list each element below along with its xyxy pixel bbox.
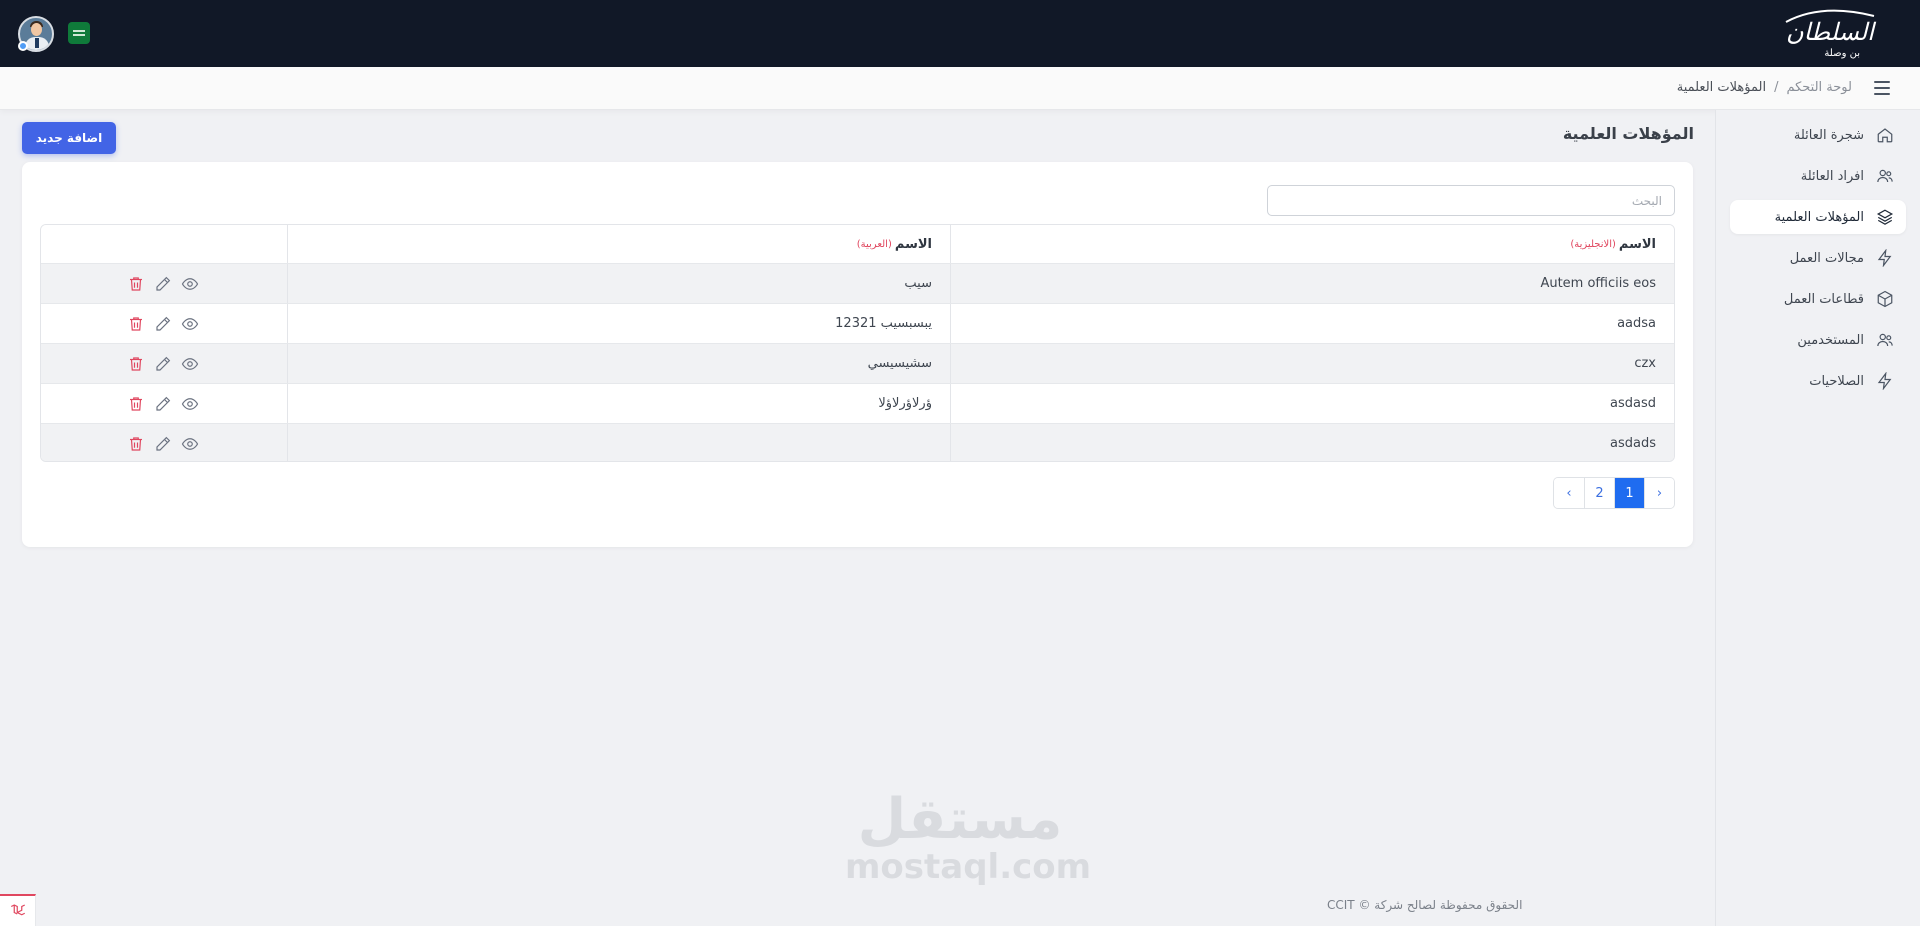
edit-icon[interactable] xyxy=(154,315,172,333)
pagination-next[interactable]: › xyxy=(1554,478,1584,508)
view-icon[interactable] xyxy=(181,395,199,413)
users-icon xyxy=(1877,169,1893,183)
row-actions xyxy=(41,424,287,461)
delete-icon[interactable] xyxy=(127,355,145,373)
column-header-note: (الانجليزية) xyxy=(1570,238,1616,250)
qualifications-table: الاسم (الانجليزية) الاسم (العربية) Autem o… xyxy=(40,224,1675,462)
table-header-row: الاسم (الانجليزية) الاسم (العربية) xyxy=(41,225,1674,263)
pagination-page-2[interactable]: 2 xyxy=(1584,478,1614,508)
debugbar-toggle[interactable] xyxy=(0,894,36,926)
edit-icon[interactable] xyxy=(154,395,172,413)
page-title: المؤهلات العلمية xyxy=(1562,124,1694,143)
cell-name-en: czx xyxy=(950,344,1674,383)
row-actions xyxy=(41,264,287,303)
row-actions xyxy=(41,304,287,343)
sidebar-item-label: افراد العائلة xyxy=(1800,168,1864,184)
saudi-flag-icon[interactable] xyxy=(68,22,90,44)
logo-subtext: بن وصلة xyxy=(1824,48,1860,59)
breadcrumb: لوحة التحكم / المؤهلات العلمية xyxy=(1677,80,1852,95)
sidebar-item-label: قطاعات العمل xyxy=(1783,291,1864,307)
cell-name-ar: سشيسيسي xyxy=(287,344,950,383)
table-row: Autem officiis eos سيب xyxy=(41,263,1674,303)
watermark: مستقل mostaql.com xyxy=(845,787,1092,887)
home-icon xyxy=(1877,128,1893,143)
table-row: czx سشيسيسي xyxy=(41,343,1674,383)
sidebar-item-work-fields[interactable]: مجالات العمل xyxy=(1730,241,1906,275)
edit-icon[interactable] xyxy=(154,355,172,373)
edit-icon[interactable] xyxy=(154,275,172,293)
column-header-name-ar[interactable]: الاسم (العربية) xyxy=(287,225,950,263)
pagination: ‹ 1 2 › xyxy=(1553,477,1675,509)
watermark-english: mostaql.com xyxy=(845,847,1092,887)
online-status-dot xyxy=(18,41,28,51)
sidebar-item-family-tree[interactable]: شجرة العائلة xyxy=(1730,118,1906,152)
cell-name-ar: ؤرلاؤرلاؤلا xyxy=(287,384,950,423)
sidebar-item-label: المؤهلات العلمية xyxy=(1774,209,1864,225)
lightning-icon xyxy=(1877,249,1892,267)
edit-icon[interactable] xyxy=(154,435,172,453)
pagination-prev[interactable]: ‹ xyxy=(1644,478,1674,508)
column-header-note: (العربية) xyxy=(856,238,892,250)
view-icon[interactable] xyxy=(181,315,199,333)
cell-name-en: aadsa xyxy=(950,304,1674,343)
cell-name-en: Autem officiis eos xyxy=(950,264,1674,303)
sidebar-item-work-sectors[interactable]: قطاعات العمل xyxy=(1730,282,1906,316)
sidebar-item-label: الصلاحيات xyxy=(1809,373,1864,389)
sidebar-item-label: شجرة العائلة xyxy=(1793,127,1864,143)
box-icon xyxy=(1877,290,1893,308)
lightning-icon xyxy=(1877,372,1892,390)
cell-name-en: asdasd xyxy=(950,384,1674,423)
column-header-actions xyxy=(41,225,287,263)
footer-copyright: الحقوق محفوظة لصالح شركة © CCIT xyxy=(1327,898,1523,912)
brand-logo[interactable]: السلطان بن وصلة xyxy=(1782,6,1878,62)
watermark-arabic: مستقل xyxy=(857,787,1064,852)
row-actions xyxy=(41,344,287,383)
delete-icon[interactable] xyxy=(127,315,145,333)
sidebar-item-permissions[interactable]: الصلاحيات xyxy=(1730,364,1906,398)
sidebar: شجرة العائلة افراد العائلة المؤهلات العل… xyxy=(1715,110,1920,926)
pagination-page-1[interactable]: 1 xyxy=(1614,478,1644,508)
delete-icon[interactable] xyxy=(127,275,145,293)
delete-icon[interactable] xyxy=(127,435,145,453)
view-icon[interactable] xyxy=(181,275,199,293)
sidebar-item-qualifications[interactable]: المؤهلات العلمية xyxy=(1730,200,1906,234)
sidebar-item-label: مجالات العمل xyxy=(1789,250,1864,266)
top-navbar: السلطان بن وصلة xyxy=(0,0,1920,67)
table-row: aadsa يبسبسيب 12321 xyxy=(41,303,1674,343)
add-new-button[interactable]: اضافة جديد xyxy=(22,122,116,154)
cell-name-ar xyxy=(287,424,950,461)
cell-name-ar: سيب xyxy=(287,264,950,303)
delete-icon[interactable] xyxy=(127,395,145,413)
laravel-icon xyxy=(10,904,25,916)
search-input[interactable] xyxy=(1267,185,1675,216)
cell-name-ar: يبسبسيب 12321 xyxy=(287,304,950,343)
column-header-label: الاسم xyxy=(1618,236,1656,252)
menu-toggle-icon[interactable] xyxy=(1874,81,1890,95)
users-icon xyxy=(1877,333,1893,347)
breadcrumb-current: المؤهلات العلمية xyxy=(1676,80,1767,95)
table-row: asdasd ؤرلاؤرلاؤلا xyxy=(41,383,1674,423)
column-header-name-en[interactable]: الاسم (الانجليزية) xyxy=(950,225,1674,263)
sidebar-item-label: المستخدمين xyxy=(1797,332,1864,348)
table-row: asdads xyxy=(41,423,1674,461)
view-icon[interactable] xyxy=(181,435,199,453)
column-header-label: الاسم xyxy=(894,236,932,252)
layers-icon xyxy=(1876,209,1894,225)
sidebar-item-users[interactable]: المستخدمين xyxy=(1730,323,1906,357)
content-card: الاسم(الانجليزية) الاسم(العربية) Autem o… xyxy=(22,162,1693,547)
row-actions xyxy=(41,384,287,423)
breadcrumb-separator: / xyxy=(1774,80,1779,95)
view-icon[interactable] xyxy=(181,355,199,373)
logo-text: السلطان xyxy=(1786,18,1874,46)
breadcrumb-bar: لوحة التحكم / المؤهلات العلمية xyxy=(0,67,1920,110)
sidebar-item-family-members[interactable]: افراد العائلة xyxy=(1730,159,1906,193)
breadcrumb-home-link[interactable]: لوحة التحكم xyxy=(1786,80,1852,95)
cell-name-en: asdads xyxy=(950,424,1674,461)
